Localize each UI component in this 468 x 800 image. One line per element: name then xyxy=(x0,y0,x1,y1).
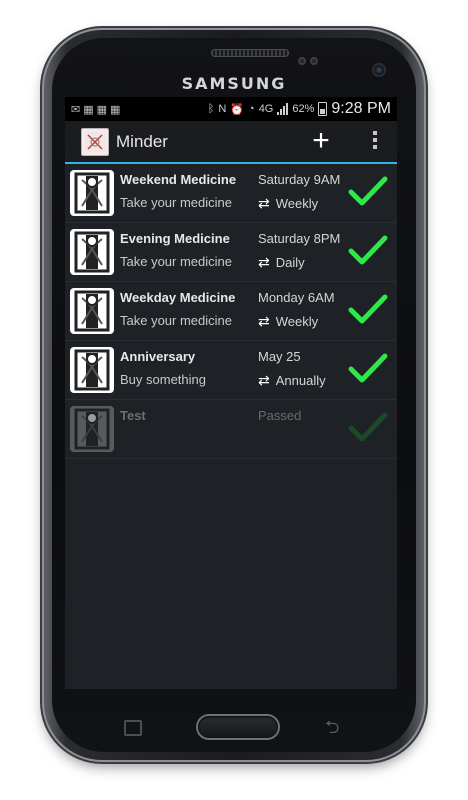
nfc-icon: Ν xyxy=(218,103,227,115)
recent-apps-icon[interactable] xyxy=(124,720,142,736)
repeat-icon: ⇄ xyxy=(258,254,270,270)
reminder-time: Monday 6AM xyxy=(258,290,335,305)
reminder-repeat: ⇄ Weekly xyxy=(258,195,318,212)
signal-icon xyxy=(277,103,289,115)
proximity-sensor xyxy=(298,57,306,65)
calendar-icon: ▦ xyxy=(83,103,94,116)
action-bar: Minder + xyxy=(65,121,397,164)
reminder-thumbnail xyxy=(70,288,114,334)
reminder-title: Test xyxy=(120,408,146,423)
calendar-icon: ▦ xyxy=(96,103,108,116)
status-bar: ✉ ▦ ▦ ▦ ᛒ Ν ⏰ ◔ 4G 62% 9:28 PM xyxy=(65,97,397,121)
back-icon[interactable]: ⮌ xyxy=(325,715,339,745)
reminder-time: May 25 xyxy=(258,349,301,364)
home-button[interactable] xyxy=(198,716,278,738)
reminder-time: Saturday 8PM xyxy=(258,231,341,246)
reminder-row[interactable]: Anniversary Buy something May 25 ⇄ Annually xyxy=(65,341,397,400)
reminder-subtitle: Take your medicine xyxy=(120,254,232,269)
wifi-icon: ◔ xyxy=(248,103,255,115)
network-type-label: 4G xyxy=(258,103,274,115)
reminder-subtitle: Take your medicine xyxy=(120,195,232,210)
repeat-label: Weekly xyxy=(275,314,319,329)
reminder-repeat: ⇄ Daily xyxy=(258,254,305,271)
app-title: Minder xyxy=(116,131,168,151)
reminder-row[interactable]: Test Passed xyxy=(65,400,397,459)
notification-icons: ✉ ▦ ▦ ▦ xyxy=(65,103,120,116)
reminder-title: Evening Medicine xyxy=(120,231,230,246)
repeat-icon: ⇄ xyxy=(258,313,270,329)
repeat-icon: ⇄ xyxy=(258,372,270,388)
mail-icon: ✉ xyxy=(71,103,81,116)
reminder-time: Passed xyxy=(258,408,302,423)
repeat-label: Daily xyxy=(275,255,305,270)
alarm-icon: ⏰ xyxy=(230,103,245,116)
reminder-title: Weekend Medicine xyxy=(120,172,237,187)
reminder-repeat: ⇄ Weekly xyxy=(258,313,318,330)
reminder-thumbnail xyxy=(70,170,114,216)
reminder-row[interactable]: Evening Medicine Take your medicine Saturd… xyxy=(65,223,397,282)
repeat-icon: ⇄ xyxy=(258,195,270,211)
battery-percent: 62% xyxy=(292,103,315,115)
reminder-repeat: ⇄ Annually xyxy=(258,372,326,389)
battery-icon xyxy=(318,102,328,116)
reminder-thumbnail xyxy=(70,229,114,275)
reminder-title: Weekday Medicine xyxy=(120,290,236,305)
reminder-title: Anniversary xyxy=(120,349,196,364)
system-icons: ᛒ Ν ⏰ ◔ 4G 62% 9:28 PM xyxy=(208,100,397,118)
checkmark-icon[interactable] xyxy=(348,292,388,328)
reminder-thumbnail xyxy=(70,406,114,452)
clock: 9:28 PM xyxy=(331,100,391,117)
earpiece-speaker xyxy=(211,49,289,57)
reminder-subtitle: Take your medicine xyxy=(120,313,232,328)
repeat-label: Weekly xyxy=(275,196,319,211)
repeat-label: Annually xyxy=(275,373,326,388)
checkmark-icon[interactable] xyxy=(348,233,388,269)
app-screen: ✉ ▦ ▦ ▦ ᛒ Ν ⏰ ◔ 4G 62% 9:28 PM Minder + … xyxy=(65,97,397,689)
reminder-row[interactable]: Weekday Medicine Take your medicine Monday… xyxy=(65,282,397,341)
add-reminder-button[interactable]: + xyxy=(307,126,335,156)
checkmark-icon[interactable] xyxy=(348,174,388,210)
overflow-menu-icon[interactable] xyxy=(373,131,379,149)
bluetooth-icon: ᛒ xyxy=(207,103,215,115)
checkmark-icon[interactable] xyxy=(348,410,388,446)
reminder-time: Saturday 9AM xyxy=(258,172,341,187)
reminder-row[interactable]: Weekend Medicine Take your medicine Saturd… xyxy=(65,164,397,223)
brand-logo: SAMSUNG xyxy=(181,74,287,93)
calendar-icon: ▦ xyxy=(110,103,121,116)
reminder-subtitle: Buy something xyxy=(120,372,206,387)
checkmark-icon[interactable] xyxy=(348,351,388,387)
app-logo-icon xyxy=(81,127,109,156)
reminder-list: Weekend Medicine Take your medicine Saturd… xyxy=(65,164,397,459)
reminder-thumbnail xyxy=(70,347,114,393)
light-sensor xyxy=(310,57,318,65)
